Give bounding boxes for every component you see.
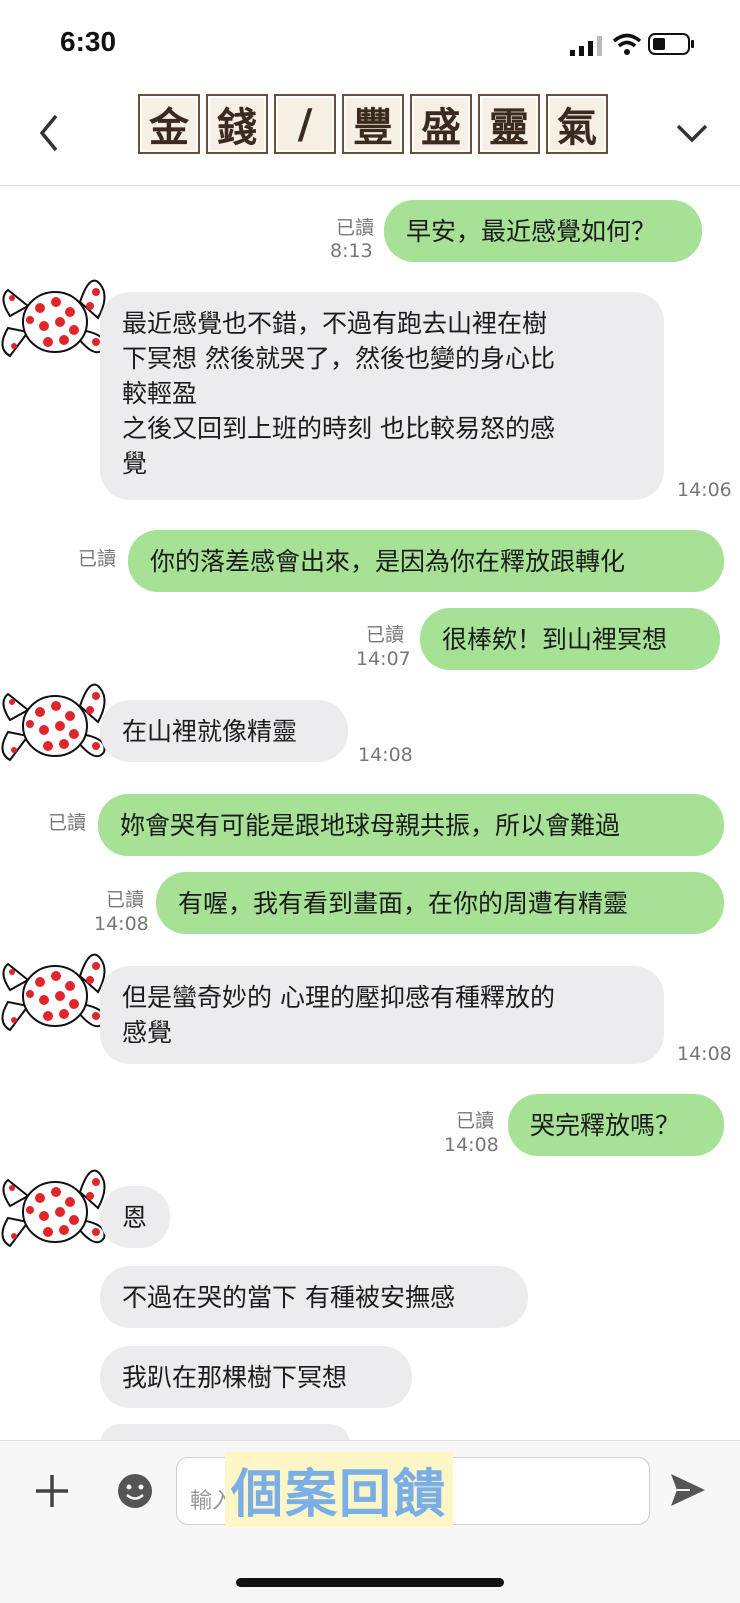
message-time: 14:07 (356, 648, 411, 670)
signal-icon (570, 36, 602, 56)
battery-icon (648, 33, 694, 55)
send-icon[interactable] (668, 1470, 708, 1510)
title-char: / (274, 94, 336, 154)
wifi-icon (612, 33, 642, 55)
message-time: 14:08 (358, 744, 413, 766)
home-indicator (236, 1578, 504, 1587)
emoji-icon[interactable] (116, 1472, 154, 1510)
title-char: 盛 (410, 94, 472, 154)
avatar[interactable] (0, 942, 112, 1048)
message-bubble-outgoing[interactable]: 早安，最近感覺如何？ (384, 200, 702, 262)
title-char: 金 (138, 94, 200, 154)
title-char: 氣 (546, 94, 608, 154)
avatar[interactable] (0, 268, 112, 374)
message-bubble-outgoing[interactable]: 哭完釋放嗎？ (508, 1094, 724, 1156)
message-bubble-outgoing[interactable]: 有喔，我有看到畫面，在你的周遭有精靈 (156, 872, 724, 934)
read-receipt: 已讀 (47, 812, 86, 834)
avatar[interactable] (0, 672, 112, 778)
message-bubble-incoming[interactable]: 但是蠻奇妙的 心理的壓抑感有種釋放的 感覺 (100, 966, 664, 1064)
overlay-label: 個案回饋 (225, 1452, 454, 1527)
read-receipt: 已讀 (77, 548, 116, 570)
message-time: 8:13 (330, 240, 373, 262)
read-receipt: 已讀 (365, 624, 404, 646)
plus-icon[interactable] (34, 1473, 70, 1509)
message-bubble-outgoing[interactable]: 妳會哭有可能是跟地球母親共振，所以會難過 (98, 794, 724, 856)
message-bubble-incoming[interactable]: 最近感覺也不錯，不過有跑去山裡在樹 下冥想 然後就哭了，然後也變的身心比 較輕盈… (100, 292, 664, 500)
title-char: 靈 (478, 94, 540, 154)
read-receipt: 已讀 (105, 889, 144, 911)
message-bubble-incoming[interactable]: 恩 (100, 1186, 170, 1248)
avatar[interactable] (0, 1158, 112, 1264)
read-receipt: 已讀 (455, 1110, 494, 1132)
read-receipt: 已讀 (335, 217, 374, 239)
title-char: 錢 (206, 94, 268, 154)
chat-title: 金 錢 / 豐 盛 靈 氣 (138, 94, 608, 154)
status-time: 6:30 (60, 26, 117, 57)
message-time: 14:06 (677, 479, 732, 501)
message-time: 14:08 (94, 913, 149, 935)
message-bubble-incoming[interactable]: 我趴在那棵樹下冥想 (100, 1346, 412, 1408)
message-bubble-incoming[interactable]: 在山裡就像精靈 (100, 700, 348, 762)
title-char: 豐 (342, 94, 404, 154)
message-bubble-outgoing[interactable]: 你的落差感會出來，是因為你在釋放跟轉化 (128, 530, 724, 592)
header-divider (0, 185, 740, 186)
message-bubble-outgoing[interactable]: 很棒欸！到山裡冥想 (420, 608, 720, 670)
back-icon[interactable] (30, 108, 70, 158)
chevron-down-icon[interactable] (672, 118, 712, 148)
message-time: 14:08 (677, 1043, 732, 1065)
message-bubble-incoming[interactable]: 不過在哭的當下 有種被安撫感 (100, 1266, 528, 1328)
message-time: 14:08 (444, 1134, 499, 1156)
